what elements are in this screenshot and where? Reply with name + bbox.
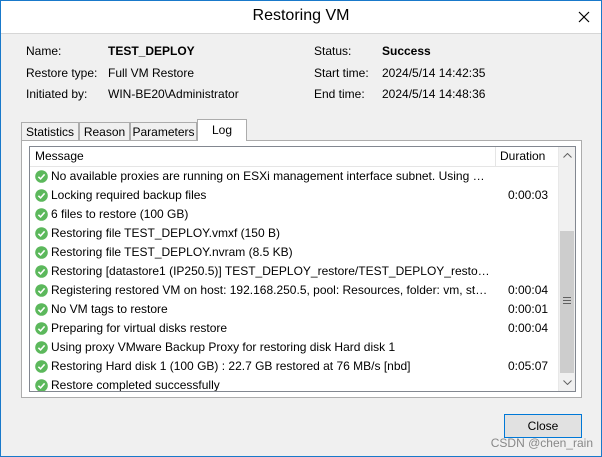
log-message: Restoring file TEST_DEPLOY.nvram (8.5 KB… bbox=[51, 245, 293, 259]
restore-type-label: Restore type: bbox=[26, 66, 98, 80]
end-time-value: 2024/5/14 14:48:36 bbox=[382, 87, 486, 101]
initiated-by-value: WIN-BE20\Administrator bbox=[108, 87, 239, 101]
check-circle-icon bbox=[35, 208, 48, 221]
tab-log[interactable]: Log bbox=[197, 119, 247, 141]
tab-parameters[interactable]: Parameters bbox=[130, 122, 197, 140]
vertical-scrollbar[interactable] bbox=[558, 147, 575, 391]
log-duration: 0:00:04 bbox=[508, 283, 549, 297]
grip-icon bbox=[563, 297, 571, 306]
log-row[interactable]: Restoring file TEST_DEPLOY.vmxf (150 B) bbox=[30, 224, 558, 243]
check-circle-icon bbox=[35, 189, 48, 202]
check-circle-icon bbox=[35, 246, 48, 259]
window-title: Restoring VM bbox=[252, 7, 350, 24]
log-message: Preparing for virtual disks restore bbox=[51, 321, 228, 335]
chevron-up-icon bbox=[563, 153, 572, 158]
column-header-message[interactable]: Message bbox=[30, 147, 496, 166]
check-circle-icon bbox=[35, 360, 48, 373]
check-circle-icon bbox=[35, 265, 48, 278]
window-close-button[interactable] bbox=[567, 1, 601, 32]
log-rows: No available proxies are running on ESXi… bbox=[30, 167, 558, 392]
log-row[interactable]: Restoring [datastore1 (IP250.5)] TEST_DE… bbox=[30, 262, 558, 281]
log-row[interactable]: Restore completed successfully bbox=[30, 376, 558, 392]
log-message: Restoring file TEST_DEPLOY.vmxf (150 B) bbox=[51, 226, 280, 240]
name-label: Name: bbox=[26, 44, 62, 58]
log-row[interactable]: No VM tags to restore 0:00:01 bbox=[30, 300, 558, 319]
status-value: Success bbox=[382, 44, 431, 58]
log-message: No available proxies are running on ESXi… bbox=[51, 169, 491, 183]
log-list: Message Duration No available proxies ar… bbox=[29, 146, 576, 392]
tab-statistics[interactable]: Statistics bbox=[21, 122, 79, 140]
name-value: TEST_DEPLOY bbox=[108, 44, 195, 58]
check-circle-icon bbox=[35, 341, 48, 354]
close-button[interactable]: Close bbox=[504, 414, 582, 438]
end-time-label: End time: bbox=[314, 87, 365, 101]
scrollbar-thumb[interactable] bbox=[560, 231, 574, 373]
chevron-down-icon bbox=[563, 380, 572, 385]
check-circle-icon bbox=[35, 322, 48, 335]
initiated-by-label: Initiated by: bbox=[26, 87, 88, 101]
check-circle-icon bbox=[35, 303, 48, 316]
log-message: 6 files to restore (100 GB) bbox=[51, 207, 189, 221]
log-message: Restore completed successfully bbox=[51, 378, 220, 392]
log-message: Using proxy VMware Backup Proxy for rest… bbox=[51, 340, 396, 354]
start-time-value: 2024/5/14 14:42:35 bbox=[382, 66, 486, 80]
restoring-vm-window: Restoring VM Name: TEST_DEPLOY Restore t… bbox=[0, 0, 602, 457]
log-duration: 0:00:01 bbox=[508, 302, 549, 316]
log-message: Locking required backup files bbox=[51, 188, 207, 202]
restore-type-value: Full VM Restore bbox=[108, 66, 195, 80]
log-row[interactable]: Restoring Hard disk 1 (100 GB) : 22.7 GB… bbox=[30, 357, 558, 376]
watermark: CSDN @chen_rain bbox=[490, 436, 593, 450]
log-duration: 0:00:04 bbox=[508, 321, 549, 335]
log-panel: Message Duration No available proxies ar… bbox=[21, 140, 582, 398]
close-icon bbox=[578, 11, 590, 22]
log-row[interactable]: Restoring file TEST_DEPLOY.nvram (8.5 KB… bbox=[30, 243, 558, 262]
log-message: Registering restored VM on host: 192.168… bbox=[51, 283, 491, 297]
title-divider bbox=[1, 33, 601, 34]
log-row[interactable]: 6 files to restore (100 GB) bbox=[30, 205, 558, 224]
tab-reason[interactable]: Reason bbox=[79, 122, 130, 140]
log-message: Restoring Hard disk 1 (100 GB) : 22.7 GB… bbox=[51, 359, 411, 373]
check-circle-icon bbox=[35, 379, 48, 391]
log-row[interactable]: No available proxies are running on ESXi… bbox=[30, 167, 558, 186]
scroll-down-button[interactable] bbox=[559, 374, 575, 391]
status-label: Status: bbox=[314, 44, 352, 58]
check-circle-icon bbox=[35, 170, 48, 183]
log-row[interactable]: Locking required backup files 0:00:03 bbox=[30, 186, 558, 205]
log-duration: 0:05:07 bbox=[508, 359, 549, 373]
start-time-label: Start time: bbox=[314, 66, 369, 80]
column-header-duration[interactable]: Duration bbox=[497, 147, 558, 166]
log-row[interactable]: Preparing for virtual disks restore 0:00:… bbox=[30, 319, 558, 338]
log-row[interactable]: Using proxy VMware Backup Proxy for rest… bbox=[30, 338, 558, 357]
log-duration: 0:00:03 bbox=[508, 188, 549, 202]
log-row[interactable]: Registering restored VM on host: 192.168… bbox=[30, 281, 558, 300]
scroll-up-button[interactable] bbox=[559, 147, 575, 164]
log-header: Message Duration bbox=[30, 147, 558, 167]
check-circle-icon bbox=[35, 284, 48, 297]
log-message: Restoring [datastore1 (IP250.5)] TEST_DE… bbox=[51, 264, 491, 278]
check-circle-icon bbox=[35, 227, 48, 240]
log-message: No VM tags to restore bbox=[51, 302, 168, 316]
title-bar: Restoring VM bbox=[1, 1, 601, 33]
